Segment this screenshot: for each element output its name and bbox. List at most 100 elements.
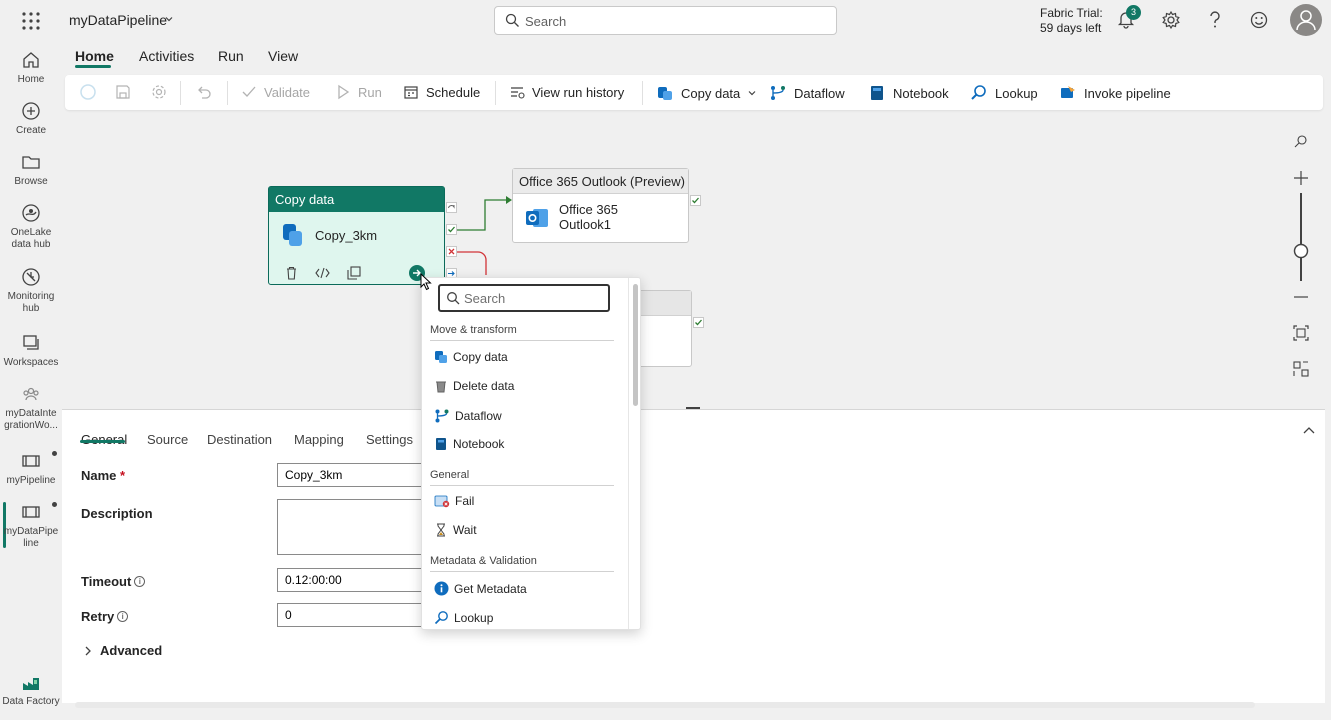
chevron-down-icon [748,91,756,96]
nav-create[interactable]: Create [0,101,62,137]
activity-node-name-line-2: Outlook1 [559,217,612,232]
tab-home[interactable]: Home [75,48,114,64]
nav-create-label: Create [15,125,46,136]
toolbar-divider [227,81,228,105]
nav-mydatapipeline[interactable]: myDataPipe line [0,502,62,550]
canvas-search-icon[interactable] [1286,127,1316,157]
timeout-label-text: Timeout [81,574,132,589]
delete-icon[interactable] [285,266,298,280]
tab-view[interactable]: View [268,48,298,64]
tab-activities[interactable]: Activities [139,48,194,64]
zoom-out-icon[interactable] [1286,282,1316,312]
dataflow-icon [771,86,785,100]
checkmark-icon [242,86,256,97]
collapse-panel-chevron-icon[interactable] [1302,424,1316,438]
invoke-pipeline-button[interactable]: Invoke pipeline [1059,84,1171,102]
settings-gear-icon[interactable] [1161,10,1181,30]
horizontal-scrollbar[interactable] [75,702,1255,708]
run-button[interactable]: Run [335,84,382,100]
picker-search-input[interactable] [464,290,604,307]
clone-icon[interactable] [347,266,361,280]
data-factory-logo-icon[interactable] [21,674,41,694]
zoom-in-icon[interactable] [1286,163,1316,193]
picker-item-get-metadata[interactable]: Get Metadata [434,581,527,596]
zoom-slider[interactable] [1286,193,1316,283]
nav-monitoring-label-1: Monitoring [7,291,55,302]
on-skip-handle-icon[interactable] [446,202,457,213]
on-fail-handle-icon[interactable] [446,246,457,257]
picker-item-lookup[interactable]: Lookup [434,610,493,625]
settings-icon[interactable] [150,83,168,101]
fit-to-screen-icon[interactable] [1286,318,1316,348]
nav-browse[interactable]: Browse [0,152,62,188]
toolbar: Validate Run Schedule View run history C… [65,75,1323,110]
picker-scrollbar-thumb[interactable] [633,284,638,406]
auto-align-icon[interactable] [1286,354,1316,384]
activity-node-outlook[interactable]: Office 365 Outlook (Preview) Office 365 … [512,168,689,243]
trial-status[interactable]: Fabric Trial: 59 days left [1040,6,1103,36]
copy-data-icon [658,87,672,100]
mouse-cursor-icon [420,273,432,291]
name-input[interactable] [277,463,427,487]
copy-data-button[interactable]: Copy data [656,84,757,102]
picker-item-copy-data[interactable]: Copy data [434,350,508,364]
picker-item-label: Lookup [454,610,494,625]
activity-node-name: Office 365 Outlook1 [559,202,618,232]
advanced-toggle[interactable]: Advanced [84,643,162,658]
ptab-source[interactable]: Source [147,432,188,447]
undo-icon[interactable] [195,83,213,101]
save-icon[interactable] [114,83,132,101]
notebook-button[interactable]: Notebook [868,84,949,102]
info-icon[interactable]: i [117,611,129,622]
global-search[interactable] [494,6,837,35]
nav-mypipeline[interactable]: myPipeline [0,451,62,487]
nav-workspace-current[interactable]: myDataInte grationWo... [0,384,62,432]
picker-item-dataflow[interactable]: Dataflow [434,408,502,424]
validate-button[interactable]: Validate [241,84,310,100]
lookup-magnifier-icon [971,85,986,100]
invoke-pipeline-icon [1061,86,1075,98]
feedback-smiley-icon[interactable] [1249,10,1269,30]
app-launcher-icon[interactable] [20,10,42,32]
nav-workspaces[interactable]: Workspaces [0,333,62,369]
lookup-button[interactable]: Lookup [970,84,1038,102]
retry-input[interactable] [277,603,427,627]
onelake-icon [22,204,40,222]
tab-run[interactable]: Run [218,48,244,64]
dataflow-button[interactable]: Dataflow [769,84,845,102]
chevron-down-icon[interactable] [164,14,174,24]
schedule-button[interactable]: Schedule [403,84,480,100]
user-avatar[interactable] [1290,4,1322,36]
app-title[interactable]: myDataPipeline [69,12,167,28]
nav-home[interactable]: Home [0,50,62,86]
code-icon[interactable] [315,267,330,279]
picker-item-notebook[interactable]: Notebook [434,437,504,451]
description-textarea[interactable] [277,499,427,555]
copy-data-label: Copy data [681,85,741,101]
picker-scrollbar[interactable] [628,278,640,629]
view-run-history-button[interactable]: View run history [509,84,624,100]
notebook-icon [871,86,883,100]
nav-monitoring[interactable]: Monitoring hub [0,267,62,315]
on-success-handle-icon[interactable] [446,224,457,235]
ptab-mapping[interactable]: Mapping [294,432,344,447]
copy-data-icon [435,351,447,363]
notebook-icon [436,438,446,450]
timeout-input[interactable] [277,568,427,592]
nav-onelake[interactable]: OneLake data hub [0,203,62,251]
ptab-settings[interactable]: Settings [366,432,413,447]
info-icon[interactable]: i [134,576,146,587]
play-icon [338,84,350,100]
nav-mydatapipeline-label-1: myDataPipe [3,526,59,537]
ptab-destination[interactable]: Destination [207,432,272,447]
activity-node-copy-data[interactable]: Copy data Copy_3km [268,186,445,285]
refresh-icon[interactable] [79,83,97,101]
picker-search-box[interactable] [438,284,610,312]
help-icon[interactable] [1206,10,1224,30]
picker-item-delete-data[interactable]: Delete data [434,379,514,393]
outlook-icon [525,206,549,230]
nav-monitoring-label-2: hub [22,303,40,314]
global-search-input[interactable] [525,12,825,30]
picker-item-wait[interactable]: Wait [434,523,477,537]
picker-item-fail[interactable]: Fail [434,494,474,508]
